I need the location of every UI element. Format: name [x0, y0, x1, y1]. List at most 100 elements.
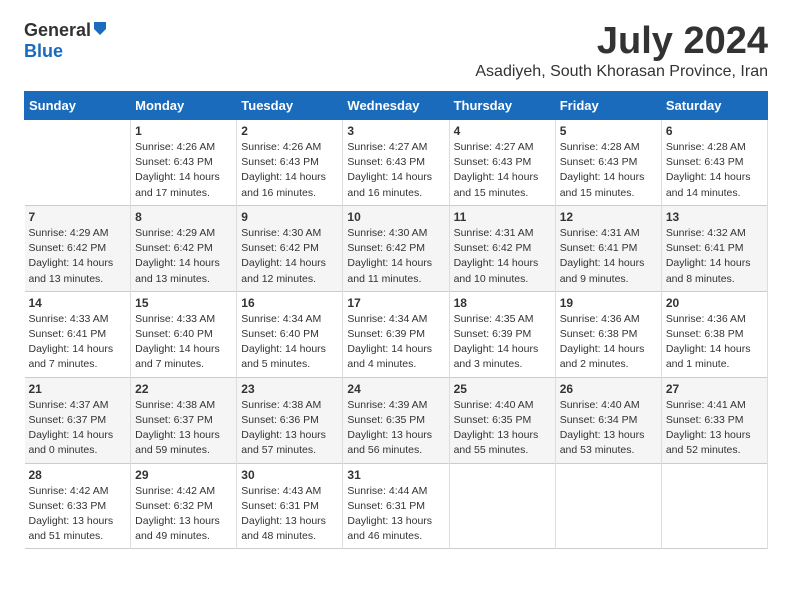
day-info-line: Daylight: 14 hours	[29, 343, 114, 355]
calendar-day-cell: 17Sunrise: 4:34 AMSunset: 6:39 PMDayligh…	[343, 291, 449, 377]
calendar-day-cell: 21Sunrise: 4:37 AMSunset: 6:37 PMDayligh…	[25, 377, 131, 463]
day-info-line: Daylight: 13 hours	[666, 429, 751, 441]
day-info-line: Sunrise: 4:35 AM	[454, 313, 534, 325]
calendar-day-cell: 27 Sunrise: 4:41 AMSunset: 6:33 PMDayligh…	[661, 377, 767, 463]
day-info: Sunrise: 4:33 AMSunset: 6:41 PMDaylight:…	[29, 312, 127, 373]
day-info: Sunrise: 4:39 AMSunset: 6:35 PMDaylight:…	[347, 398, 444, 459]
day-info-line: Sunrise: 4:32 AM	[666, 227, 746, 239]
day-info-line: and 51 minutes.	[29, 530, 104, 542]
day-info: Sunrise: 4:42 AMSunset: 6:32 PMDaylight:…	[135, 484, 232, 545]
day-number: 30	[241, 468, 338, 482]
calendar-day-cell: 16Sunrise: 4:34 AMSunset: 6:40 PMDayligh…	[237, 291, 343, 377]
calendar-day-cell: 24Sunrise: 4:39 AMSunset: 6:35 PMDayligh…	[343, 377, 449, 463]
calendar-day-cell: 31Sunrise: 4:44 AMSunset: 6:31 PMDayligh…	[343, 463, 449, 549]
day-info-line: and 11 minutes.	[347, 273, 421, 285]
day-info-line: Sunrise: 4:36 AM	[666, 313, 746, 325]
day-info-line: and 16 minutes.	[347, 187, 422, 199]
calendar-day-cell: 19Sunrise: 4:36 AMSunset: 6:38 PMDayligh…	[555, 291, 661, 377]
day-info-line: Sunrise: 4:29 AM	[29, 227, 109, 239]
day-info-line: Sunset: 6:39 PM	[347, 328, 425, 340]
calendar-week-row: 7Sunrise: 4:29 AMSunset: 6:42 PMDaylight…	[25, 205, 768, 291]
day-info-line: and 56 minutes.	[347, 444, 422, 456]
day-info-line: Daylight: 14 hours	[666, 343, 751, 355]
day-info-line: and 15 minutes.	[560, 187, 635, 199]
day-info: Sunrise: 4:26 AMSunset: 6:43 PMDaylight:…	[241, 140, 338, 201]
day-info: Sunrise: 4:40 AMSunset: 6:34 PMDaylight:…	[560, 398, 657, 459]
day-number: 29	[135, 468, 232, 482]
day-number: 1	[135, 124, 232, 138]
day-info-line: Sunrise: 4:31 AM	[560, 227, 640, 239]
day-info-line: Sunset: 6:41 PM	[560, 242, 638, 254]
day-info-line: Sunset: 6:40 PM	[135, 328, 213, 340]
day-info-line: Sunrise: 4:38 AM	[241, 399, 321, 411]
calendar-day-header: Monday	[131, 92, 237, 120]
day-info-line: Daylight: 13 hours	[241, 515, 326, 527]
day-info-line: Sunset: 6:32 PM	[135, 500, 213, 512]
day-info-line: Sunset: 6:38 PM	[666, 328, 744, 340]
day-info-line: Sunset: 6:43 PM	[560, 156, 638, 168]
day-info-line: Daylight: 13 hours	[135, 429, 220, 441]
day-info-line: Daylight: 14 hours	[29, 429, 114, 441]
calendar-day-cell: 22Sunrise: 4:38 AMSunset: 6:37 PMDayligh…	[131, 377, 237, 463]
day-info: Sunrise: 4:41 AMSunset: 6:33 PMDaylight:…	[666, 398, 763, 459]
calendar-day-cell: 20Sunrise: 4:36 AMSunset: 6:38 PMDayligh…	[661, 291, 767, 377]
day-number: 13	[666, 210, 763, 224]
calendar-day-cell: 29Sunrise: 4:42 AMSunset: 6:32 PMDayligh…	[131, 463, 237, 549]
day-info: Sunrise: 4:34 AMSunset: 6:39 PMDaylight:…	[347, 312, 444, 373]
day-info-line: Sunrise: 4:42 AM	[135, 485, 215, 497]
day-info-line: and 12 minutes.	[241, 273, 316, 285]
day-info-line: Daylight: 13 hours	[560, 429, 645, 441]
calendar-day-header: Saturday	[661, 92, 767, 120]
day-info-line: Sunrise: 4:40 AM	[560, 399, 640, 411]
calendar-table: SundayMondayTuesdayWednesdayThursdayFrid…	[24, 91, 768, 549]
day-number: 27	[666, 382, 763, 396]
calendar-day-cell: 8Sunrise: 4:29 AMSunset: 6:42 PMDaylight…	[131, 205, 237, 291]
day-info-line: Daylight: 14 hours	[135, 171, 220, 183]
day-info-line: Daylight: 14 hours	[135, 257, 220, 269]
day-info-line: Sunset: 6:35 PM	[347, 414, 425, 426]
day-info-line: and 1 minute.	[666, 358, 730, 370]
day-info-line: Daylight: 13 hours	[241, 429, 326, 441]
day-info-line: Daylight: 14 hours	[241, 257, 326, 269]
day-info-line: Sunrise: 4:41 AM	[666, 399, 746, 411]
day-info-line: and 7 minutes.	[29, 358, 98, 370]
day-info-line: Sunset: 6:37 PM	[29, 414, 107, 426]
day-info-line: Daylight: 14 hours	[560, 257, 645, 269]
day-info: Sunrise: 4:27 AMSunset: 6:43 PMDaylight:…	[347, 140, 444, 201]
calendar-day-cell: 12Sunrise: 4:31 AMSunset: 6:41 PMDayligh…	[555, 205, 661, 291]
day-info-line: and 16 minutes.	[241, 187, 316, 199]
title-section: July 2024 Asadiyeh, South Khorasan Provi…	[475, 20, 768, 81]
day-info-line: Sunset: 6:41 PM	[666, 242, 744, 254]
day-info-line: and 55 minutes.	[454, 444, 529, 456]
day-info: Sunrise: 4:44 AMSunset: 6:31 PMDaylight:…	[347, 484, 444, 545]
day-info-line: Sunrise: 4:27 AM	[454, 141, 534, 153]
day-info: Sunrise: 4:30 AMSunset: 6:42 PMDaylight:…	[241, 226, 338, 287]
calendar-day-cell: 11Sunrise: 4:31 AMSunset: 6:42 PMDayligh…	[449, 205, 555, 291]
day-number: 2	[241, 124, 338, 138]
day-info-line: Sunrise: 4:34 AM	[241, 313, 321, 325]
calendar-day-cell: 6Sunrise: 4:28 AMSunset: 6:43 PMDaylight…	[661, 120, 767, 206]
day-number: 10	[347, 210, 444, 224]
day-info-line: Daylight: 14 hours	[241, 171, 326, 183]
day-number: 4	[454, 124, 551, 138]
logo: General Blue	[24, 20, 108, 62]
calendar-day-header: Sunday	[25, 92, 131, 120]
calendar-day-cell: 10Sunrise: 4:30 AMSunset: 6:42 PMDayligh…	[343, 205, 449, 291]
day-info-line: Sunset: 6:39 PM	[454, 328, 532, 340]
day-info-line: Sunrise: 4:28 AM	[560, 141, 640, 153]
calendar-day-cell: 30Sunrise: 4:43 AMSunset: 6:31 PMDayligh…	[237, 463, 343, 549]
day-info-line: and 0 minutes.	[29, 444, 98, 456]
day-info-line: Daylight: 14 hours	[241, 343, 326, 355]
day-info-line: Sunrise: 4:33 AM	[135, 313, 215, 325]
calendar-day-cell: 28Sunrise: 4:42 AMSunset: 6:33 PMDayligh…	[25, 463, 131, 549]
day-info-line: Sunrise: 4:44 AM	[347, 485, 427, 497]
day-info-line: Sunrise: 4:27 AM	[347, 141, 427, 153]
day-info-line: and 53 minutes.	[560, 444, 635, 456]
day-info-line: Sunset: 6:38 PM	[560, 328, 638, 340]
day-info-line: Daylight: 14 hours	[666, 257, 751, 269]
day-number: 9	[241, 210, 338, 224]
day-info-line: Sunset: 6:31 PM	[347, 500, 425, 512]
day-number: 3	[347, 124, 444, 138]
day-info-line: Daylight: 14 hours	[560, 343, 645, 355]
day-info-line: and 13 minutes.	[29, 273, 104, 285]
